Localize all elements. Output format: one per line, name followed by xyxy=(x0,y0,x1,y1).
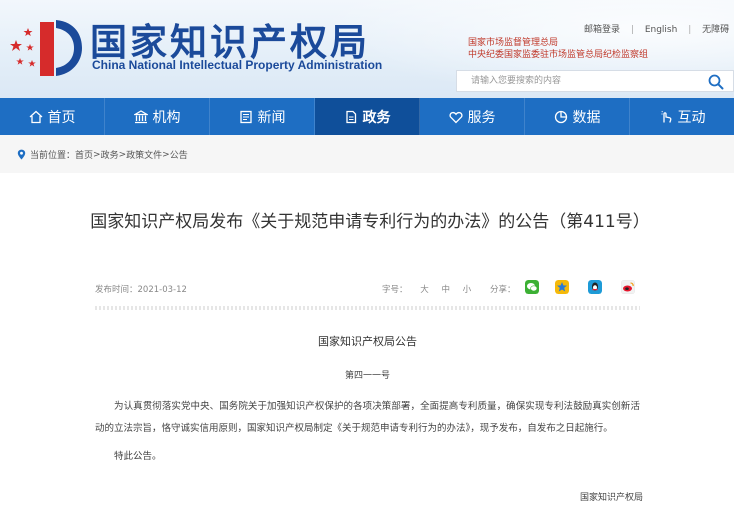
font-size-small-button[interactable]: 小 xyxy=(463,285,472,295)
cnipa-emblem-icon[interactable] xyxy=(6,14,86,84)
nav-data[interactable]: 数据 xyxy=(525,98,630,135)
site-logo-english[interactable]: China National Intellectual Property Adm… xyxy=(92,58,382,72)
top-links: 邮箱登录 | English | 无障碍 xyxy=(584,22,734,35)
announcement-paragraph: 为认真贯彻落实党中央、国务院关于加强知识产权保护的各项决策部署，全面提高专利质量… xyxy=(95,401,640,434)
font-size-large-button[interactable]: 大 xyxy=(420,285,429,295)
nav-news-label: 新闻 xyxy=(257,109,286,126)
main-navigation: 首页 机构 新闻 政务 服务 数据 互动 xyxy=(0,98,734,135)
nav-service-label: 服务 xyxy=(467,109,496,126)
title-divider xyxy=(95,306,640,310)
mail-login-link[interactable]: 邮箱登录 xyxy=(584,25,620,35)
pie-chart-icon xyxy=(554,110,567,123)
news-icon xyxy=(239,110,252,123)
top-link-separator: | xyxy=(630,25,634,35)
font-size-label: 字号： xyxy=(382,285,408,295)
search-input[interactable] xyxy=(457,71,701,91)
publish-date-value: 2021-03-12 xyxy=(137,285,187,295)
breadcrumb-announcement[interactable]: 公告 xyxy=(170,148,188,161)
breadcrumb-separator: > xyxy=(162,149,170,160)
article-meta: 发布时间：2021-03-12 字号： 大 中 小 分享： xyxy=(95,280,640,297)
announcement-closing: 特此公告。 xyxy=(114,451,162,462)
org-discipline-link[interactable]: 中央纪委国家监委驻市场监管总局纪检监察组 xyxy=(468,49,648,61)
nav-home[interactable]: 首页 xyxy=(0,98,105,135)
search-icon[interactable] xyxy=(707,73,725,91)
document-icon xyxy=(345,110,356,123)
article-title: 国家知识产权局发布《关于规范申请专利行为的办法》的公告（第411号） xyxy=(90,212,650,232)
nav-data-label: 数据 xyxy=(572,109,601,126)
breadcrumb-home[interactable]: 首页 xyxy=(75,148,93,161)
nav-interaction[interactable]: 互动 xyxy=(630,98,734,135)
article-body: 国家知识产权局公告 第四一一号 为认真贯彻落实党中央、国务院关于加强知识产权保护… xyxy=(95,335,640,462)
breadcrumb-prefix: 当前位置： xyxy=(30,151,76,161)
nav-government-affairs-label: 政务 xyxy=(362,109,391,126)
font-size-controls: 字号： 大 中 小 xyxy=(382,283,481,295)
interact-icon xyxy=(660,110,671,123)
top-link-separator: | xyxy=(688,25,692,35)
publish-date-label: 发布时间： xyxy=(95,285,138,295)
nav-government-affairs[interactable]: 政务 xyxy=(315,98,420,135)
document-heading: 国家知识产权局公告 xyxy=(318,335,417,348)
supervising-organizations: 国家市场监督管理总局 中央纪委国家监委驻市场监管总局纪检监察组 xyxy=(468,37,648,61)
breadcrumb: 当前位置： 首页 > 政务 > 政策文件 > 公告 xyxy=(17,148,188,161)
qq-icon[interactable] xyxy=(588,280,602,294)
english-link[interactable]: English xyxy=(645,25,678,35)
nav-news[interactable]: 新闻 xyxy=(210,98,315,135)
nav-institution[interactable]: 机构 xyxy=(105,98,210,135)
publish-date: 发布时间：2021-03-12 xyxy=(95,283,187,295)
wechat-icon[interactable] xyxy=(525,280,539,294)
document-number: 第四一一号 xyxy=(344,371,390,381)
article-container: 国家知识产权局发布《关于规范申请专利行为的办法》的公告（第411号） 发布时间：… xyxy=(0,173,734,507)
breadcrumb-separator: > xyxy=(118,149,127,160)
share-controls: 分享： xyxy=(490,283,516,295)
nav-interaction-label: 互动 xyxy=(677,109,706,126)
service-icon xyxy=(448,111,463,123)
nav-home-label: 首页 xyxy=(47,109,76,126)
breadcrumb-policy-documents[interactable]: 政策文件 xyxy=(126,148,162,161)
institution-icon xyxy=(133,109,148,123)
nav-institution-label: 机构 xyxy=(152,109,181,126)
issuer-signature: 国家知识产权局 xyxy=(580,493,644,503)
qzone-icon[interactable] xyxy=(555,280,569,294)
breadcrumb-separator: > xyxy=(93,149,101,160)
home-icon xyxy=(29,110,42,123)
org-samr-link[interactable]: 国家市场监督管理总局 xyxy=(468,37,648,49)
breadcrumb-bar: 当前位置： 首页 > 政务 > 政策文件 > 公告 xyxy=(0,135,734,173)
breadcrumb-government-affairs[interactable]: 政务 xyxy=(101,148,119,161)
font-size-medium-button[interactable]: 中 xyxy=(441,285,450,295)
accessibility-link[interactable]: 无障碍 xyxy=(702,25,729,35)
weibo-icon[interactable] xyxy=(621,280,635,294)
location-pin-icon xyxy=(17,149,26,160)
search-box xyxy=(456,70,734,92)
nav-service[interactable]: 服务 xyxy=(420,98,525,135)
share-label: 分享： xyxy=(490,285,516,295)
site-header: 国家知识产权局 China National Intellectual Prop… xyxy=(0,0,734,98)
